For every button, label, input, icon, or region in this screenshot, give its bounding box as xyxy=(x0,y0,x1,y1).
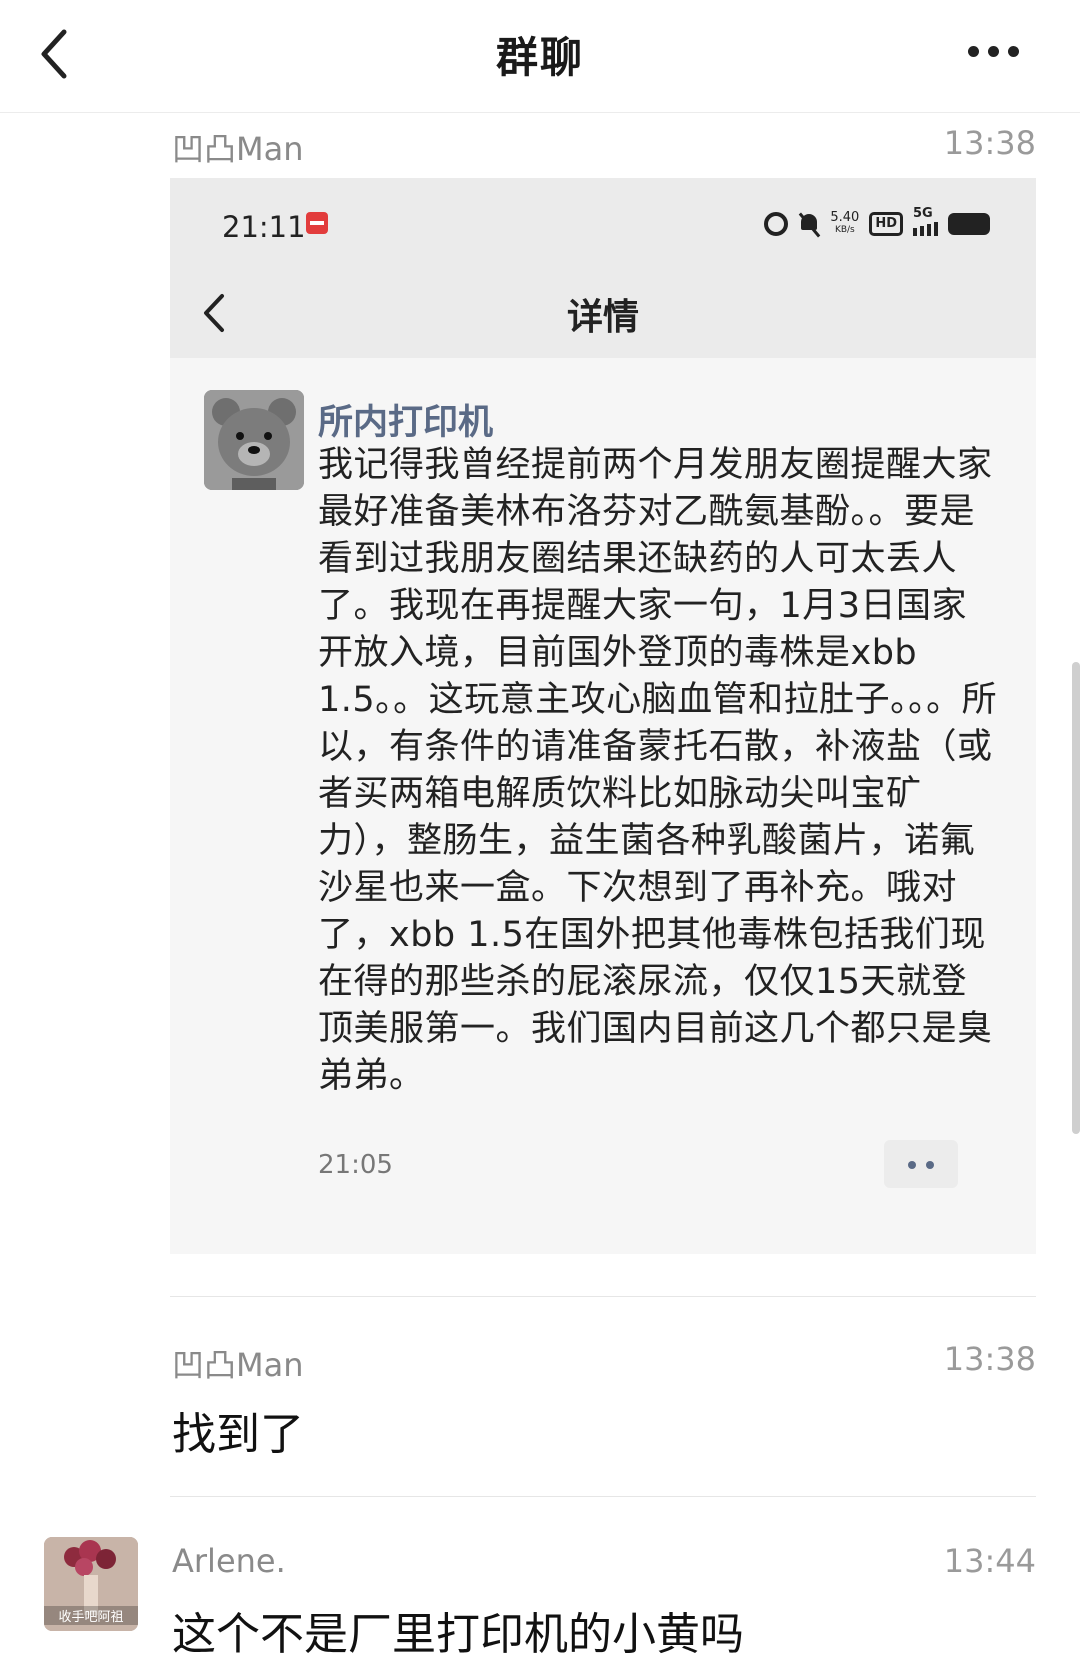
divider xyxy=(170,1496,1036,1497)
shared-screenshot-image[interactable]: 21:11 5.40 KB/s HD 5G 详情 所内打印机 我记得我曾经提前两… xyxy=(170,178,1036,1254)
divider xyxy=(170,1296,1036,1297)
message-text: 找到了 xyxy=(172,1409,304,1460)
user-avatar[interactable]: 收手吧阿祖 xyxy=(44,1537,138,1631)
screen-record-icon xyxy=(306,212,328,234)
network-speed: 5.40 KB/s xyxy=(830,210,860,235)
battery-icon xyxy=(948,213,990,235)
page-title: 群聊 xyxy=(495,33,584,82)
message-time: 13:44 xyxy=(943,1542,1036,1580)
signal-icon: 5G xyxy=(913,206,938,236)
bear-avatar xyxy=(204,390,304,490)
post-author: 所内打印机 xyxy=(318,403,494,443)
screenshot-status-time: 21:11 xyxy=(222,210,306,244)
post-text: 我记得我曾经提前两个月发朋友圈提醒大家最好准备美林布洛芬对乙酰氨基酚。。要是看到… xyxy=(318,445,998,1096)
more-options-icon[interactable] xyxy=(968,36,1038,66)
avatar-caption: 收手吧阿祖 xyxy=(44,1606,138,1625)
message-sender: 凹凸Man xyxy=(172,130,304,168)
screenshot-title: 详情 xyxy=(566,297,639,338)
post-time: 21:05 xyxy=(318,1150,393,1180)
message-time: 13:38 xyxy=(943,1340,1036,1378)
message-time: 13:38 xyxy=(943,124,1036,162)
message-text: 这个不是厂里打印机的小黄吗 xyxy=(172,1609,744,1660)
status-icons: 5.40 KB/s HD 5G xyxy=(764,206,990,238)
hd-icon: HD xyxy=(869,212,903,236)
message-sender: 凹凸Man xyxy=(172,1346,304,1384)
top-bar: 群聊 xyxy=(0,0,1080,113)
screenshot-status-bar: 21:11 5.40 KB/s HD 5G xyxy=(170,178,1036,266)
mute-bell-icon xyxy=(798,212,820,236)
scrollbar[interactable] xyxy=(1072,662,1080,1134)
alarm-icon xyxy=(764,212,789,236)
post-comment-icon xyxy=(884,1140,958,1188)
message-sender: Arlene. xyxy=(172,1542,286,1580)
screenshot-nav-bar: 详情 xyxy=(170,266,1036,358)
network-type: 5G xyxy=(913,206,933,221)
